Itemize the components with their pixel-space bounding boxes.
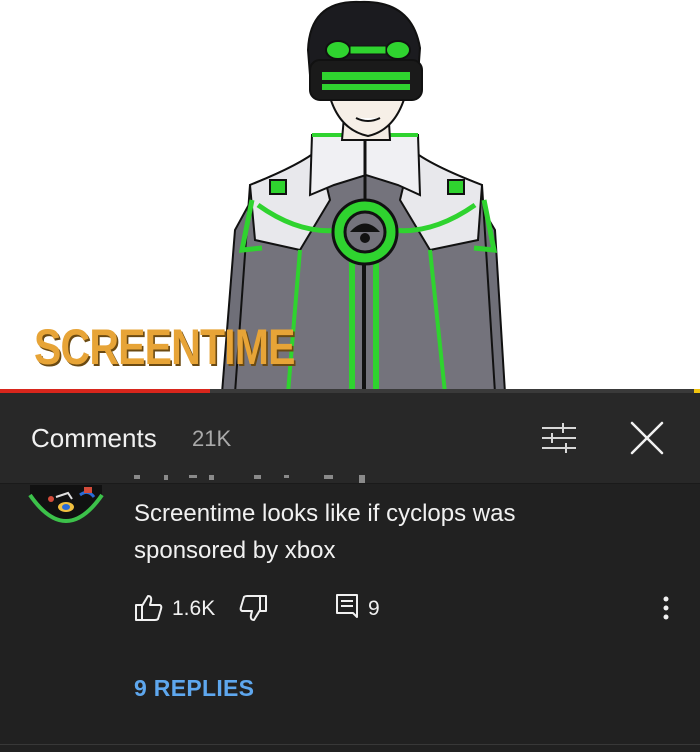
like-button[interactable] <box>134 593 164 623</box>
sort-filter-icon <box>542 423 576 453</box>
more-options-button[interactable] <box>656 593 676 623</box>
comments-count: 21K <box>192 426 232 451</box>
like-count: 1.6K <box>172 597 216 620</box>
dislike-button[interactable] <box>238 593 268 623</box>
comment-author-line-clipped <box>134 475 394 489</box>
close-comments-button[interactable] <box>627 418 667 458</box>
more-vert-icon <box>663 596 669 620</box>
comments-header: Comments 21K <box>0 393 700 484</box>
close-icon <box>630 421 664 455</box>
view-replies-link[interactable]: 9 REPLIES <box>134 675 254 702</box>
reply-icon <box>336 594 358 618</box>
sort-filter-button[interactable] <box>538 418 580 458</box>
thumbs-up-icon <box>135 595 163 621</box>
avatar[interactable] <box>28 485 104 539</box>
video-player[interactable]: SCREENTIME <box>0 0 700 393</box>
thumbs-down-icon <box>239 595 267 621</box>
reply-count: 9 <box>368 597 380 620</box>
divider <box>0 744 700 745</box>
comment-actions: 1.6K 9 <box>0 593 700 627</box>
comments-title: Comments <box>31 423 157 453</box>
channel-watermark-text: SCREENTIME <box>34 319 295 375</box>
comment-text: Screentime looks like if cyclops was spo… <box>134 500 516 564</box>
reply-button[interactable] <box>335 593 359 619</box>
